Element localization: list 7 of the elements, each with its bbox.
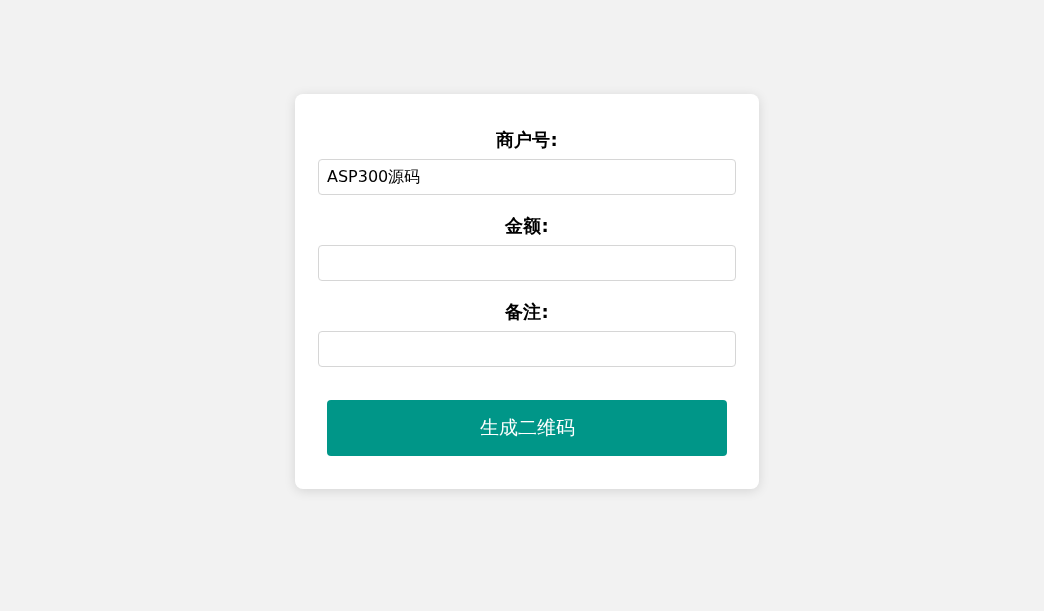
input-field[interactable] — [318, 245, 736, 281]
input-field[interactable] — [318, 331, 736, 367]
field-label: 备注: — [505, 300, 549, 324]
input-field[interactable]: ASP300源码 — [318, 159, 736, 195]
field-label: 商户号: — [496, 128, 558, 152]
generate-qr-button[interactable]: 生成二维码 — [327, 400, 727, 456]
field-label: 金额: — [505, 214, 549, 238]
